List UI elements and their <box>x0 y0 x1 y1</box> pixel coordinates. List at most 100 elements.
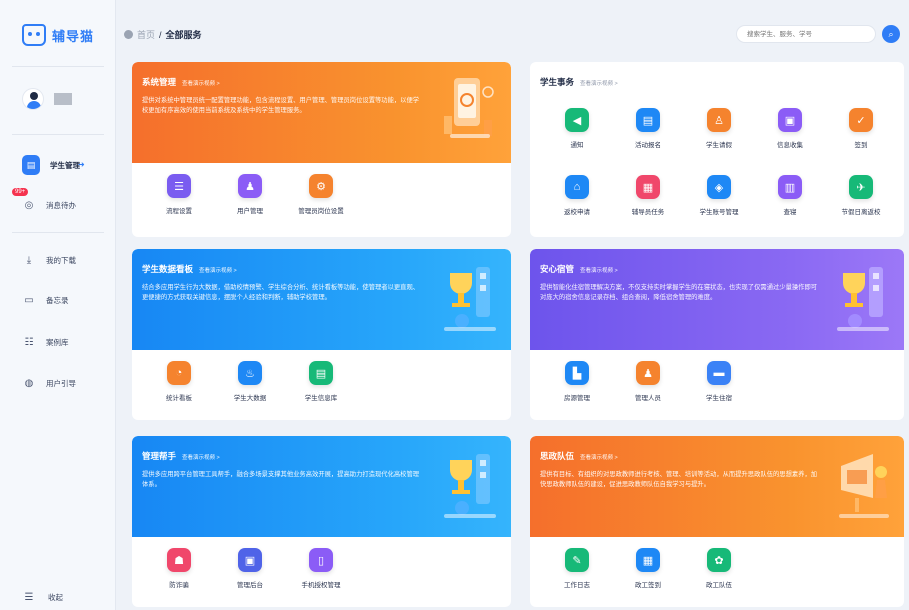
service-tile-info-db[interactable]: ▤ 学生信息库 <box>286 361 356 402</box>
dorm-check-icon: ▥ <box>778 175 802 199</box>
signup-icon: ▤ <box>636 108 660 132</box>
demo-video-link[interactable]: 查看演示视频 > <box>182 453 220 461</box>
sidebar-item-label: 我的下载 <box>46 255 76 265</box>
divider <box>12 66 104 67</box>
sidebar-item-label: 学生管理 <box>50 160 80 170</box>
sidebar-item-case-library[interactable]: ☷ 案例库 <box>22 335 69 349</box>
service-tile-leave[interactable]: ♙ 学生请假 <box>684 108 754 149</box>
collapse-sidebar-button[interactable]: ☰ 收起 <box>22 590 63 604</box>
card-banner: 管理帮手 查看演示视频 > 提供多应用跨平台管理工具帮手，融合多场景支撑其他业务… <box>132 436 511 537</box>
leave-icon: ♙ <box>707 108 731 132</box>
card-description-line: 校更加有序高效的使用当前系统及系统中的学生管理服务。 <box>142 106 306 114</box>
service-tile-checkin[interactable]: ✓ 签到 <box>826 108 896 149</box>
card-description-line: 提供智能化住宿管理解决方案，不仅支持实时掌握学生的在寝状态，也实现了仅需通过少量… <box>540 284 818 291</box>
sidebar-item-label: 案例库 <box>46 337 69 347</box>
speaker-icon: ◀ <box>565 108 589 132</box>
collapse-label: 收起 <box>48 592 63 602</box>
sidebar-item-memo[interactable]: ▭ 备忘录 <box>22 293 69 307</box>
sidebar-item-guide[interactable]: ◍ 用户引导 <box>22 376 76 390</box>
account-icon: ◈ <box>707 175 731 199</box>
service-tile-return-apply[interactable]: ⌂ 返校申请 <box>542 175 612 216</box>
tile-label: 管理员岗位设置 <box>298 208 344 215</box>
card-title-text: 系统管理 <box>142 77 177 87</box>
demo-video-link[interactable]: 查看演示视频 > <box>580 453 618 461</box>
service-tile-notice[interactable]: ◀ 通知 <box>542 108 612 149</box>
divider <box>12 134 104 135</box>
service-tile-user-management[interactable]: ♟ 用户管理 <box>215 174 285 215</box>
service-tile-student-account[interactable]: ◈ 学生账号管理 <box>684 175 754 216</box>
sidebar-item-label: 备忘录 <box>46 295 69 305</box>
search-button[interactable]: ⌕ <box>882 25 900 43</box>
card-description: 提供智能化住宿管理解决方案，不仅支持实时掌握学生的在寝状态，也实现了仅需通过少量… <box>540 283 817 303</box>
service-tile-staff[interactable]: ♟ 管理人员 <box>613 361 683 402</box>
service-tile-backend[interactable]: ▣ 管理后台 <box>215 548 285 589</box>
card-description-line: 提供有目标、有组织的对思政教师进行考核、管理、培训等活动，从而提升思政队伍的思想… <box>540 471 818 478</box>
demo-video-link[interactable]: 查看演示视频 > <box>580 79 618 87</box>
service-tile-anti-fraud[interactable]: ☗ 防诈骗 <box>144 548 214 589</box>
breadcrumb: 首页 / 全部服务 <box>124 28 202 41</box>
sidebar-item-downloads[interactable]: ⤓ 我的下载 <box>22 253 76 267</box>
service-tile-workflow[interactable]: ☰ 流程设置 <box>144 174 214 215</box>
info-db-icon: ▤ <box>309 361 333 385</box>
tile-label: 工作日志 <box>564 582 590 589</box>
arrow-right-icon: ➜ <box>78 160 85 169</box>
cat-logo-icon <box>22 24 46 46</box>
service-tile-room-management[interactable]: ▙ 房源管理 <box>542 361 612 402</box>
sidebar: 辅导猫 ▤ 学生管理 ➜ ◎ 消息待办 99+ ⤓ 我的下载 ▭ 备忘录 ☷ 案… <box>0 0 116 610</box>
service-tile-dorm-check[interactable]: ▥ 查寝 <box>755 175 825 216</box>
card-management-assistant: 管理帮手 查看演示视频 > 提供多应用跨平台管理工具帮手，融合多场景支撑其他业务… <box>132 436 511 607</box>
collect-icon: ▣ <box>778 108 802 132</box>
service-tile-holiday-return[interactable]: ✈ 节假日离返校 <box>826 175 896 216</box>
case-library-icon: ☷ <box>24 336 34 348</box>
service-tile-counselor-task[interactable]: ▦ 辅导员任务 <box>613 175 683 216</box>
service-tile-student-lodging[interactable]: ▬ 学生住宿 <box>684 361 754 402</box>
service-tile-staff-checkin[interactable]: ▦ 政工签到 <box>613 548 683 589</box>
tile-label: 节假日离返校 <box>841 209 881 216</box>
stats-icon: ◔ <box>167 361 191 385</box>
service-tile-activity-signup[interactable]: ▤ 活动报名 <box>613 108 683 149</box>
service-tile-info-collect[interactable]: ▣ 信息收集 <box>755 108 825 149</box>
home-icon <box>124 30 133 39</box>
sidebar-item-student-management[interactable]: ▤ 学生管理 <box>22 155 80 175</box>
search-input[interactable] <box>736 25 876 43</box>
tile-label: 学生大数据 <box>233 395 267 402</box>
app-logo[interactable]: 辅导猫 <box>22 24 94 46</box>
tile-label: 政工队伍 <box>706 582 732 589</box>
tile-label: 学生请假 <box>706 142 732 149</box>
card-title-text: 管理帮手 <box>142 451 177 461</box>
card-description-line: 体系。 <box>142 480 161 488</box>
demo-video-link[interactable]: 查看演示视频 > <box>182 79 220 87</box>
card-title: 管理帮手 查看演示视频 > <box>142 450 220 462</box>
card-banner: 学生数据看板 查看演示视频 > 结合多应用学生行为大数据，借助校情预警、学生综合… <box>132 249 511 350</box>
sidebar-item-messages[interactable]: ◎ 消息待办 <box>22 198 76 212</box>
tile-label: 签到 <box>854 142 868 149</box>
avatar[interactable] <box>22 88 44 110</box>
card-student-data-board: 学生数据看板 查看演示视频 > 结合多应用学生行为大数据，借助校情预警、学生综合… <box>132 249 511 420</box>
app-name: 辅导猫 <box>52 28 95 44</box>
illustration-trophy <box>837 267 889 331</box>
user-profile[interactable] <box>22 88 72 110</box>
service-tile-work-log[interactable]: ✎ 工作日志 <box>542 548 612 589</box>
card-title-text: 安心宿管 <box>540 264 575 274</box>
service-tile-stats-board[interactable]: ◔ 统计看板 <box>144 361 214 402</box>
tile-label: 政工签到 <box>635 582 661 589</box>
phone-auth-icon: ▯ <box>309 548 333 572</box>
card-banner: 安心宿管 查看演示视频 > 提供智能化住宿管理解决方案，不仅支持实时掌握学生的在… <box>530 249 904 350</box>
illustration-presentation <box>839 454 889 518</box>
tile-label: 活动报名 <box>635 142 661 149</box>
demo-video-link[interactable]: 查看演示视频 > <box>199 266 237 274</box>
illustration-mobile-settings <box>444 78 494 138</box>
card-description-line: 提供多应用跨平台管理工具帮手，融合多场景支撑其他业务高效开展，提高助力打造现代化… <box>142 471 420 478</box>
service-tile-staff-team[interactable]: ✿ 政工队伍 <box>684 548 754 589</box>
service-tile-admin-post[interactable]: ⚙ 管理员岗位设置 <box>286 174 356 215</box>
users-icon: ♟ <box>238 174 262 198</box>
service-tile-phone-auth[interactable]: ▯ 手机授权管理 <box>286 548 356 589</box>
card-description: 结合多应用学生行为大数据，借助校情预警、学生综合分析、统计看板等功能，使管理者以… <box>142 283 419 303</box>
demo-video-link[interactable]: 查看演示视频 > <box>580 266 618 274</box>
card-description: 提供有目标、有组织的对思政教师进行考核、管理、培训等活动，从而提升思政队伍的思想… <box>540 470 817 490</box>
breadcrumb-home[interactable]: 首页 <box>137 28 155 41</box>
card-system-management: 系统管理 查看演示视频 > 提供对系统中管理员统一配置管理功能，包含流程设置、用… <box>132 62 511 237</box>
anti-fraud-icon: ☗ <box>167 548 191 572</box>
student-icon: ▤ <box>22 155 40 175</box>
service-tile-big-data[interactable]: ♨ 学生大数据 <box>215 361 285 402</box>
